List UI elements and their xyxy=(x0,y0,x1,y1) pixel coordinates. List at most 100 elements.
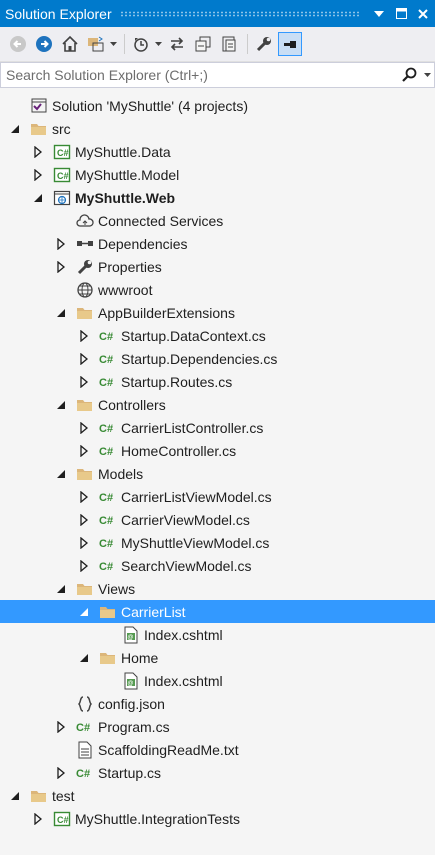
tree-item[interactable]: Home xyxy=(0,646,435,669)
tree-item[interactable]: @ Index.cshtml xyxy=(0,669,435,692)
collapsed-arrow-icon[interactable] xyxy=(54,260,68,274)
tree-item[interactable]: AppBuilderExtensions xyxy=(0,301,435,324)
tree-item-label: Models xyxy=(98,465,144,482)
preview-icon[interactable] xyxy=(278,32,302,56)
toolbar-separator xyxy=(124,34,125,54)
drag-grip[interactable] xyxy=(119,10,361,17)
folder-icon xyxy=(99,649,117,667)
tree-item[interactable]: @ Index.cshtml xyxy=(0,623,435,646)
tree-item[interactable]: C# HomeController.cs xyxy=(0,439,435,462)
tree-item[interactable]: C# MyShuttle.Data xyxy=(0,140,435,163)
title-bar: Solution Explorer xyxy=(0,0,435,27)
dropdown-icon[interactable] xyxy=(369,4,389,24)
switch-views-icon[interactable] xyxy=(84,32,108,56)
tree-item[interactable]: Models xyxy=(0,462,435,485)
tree-item[interactable]: Dependencies xyxy=(0,232,435,255)
tree-item[interactable]: ScaffoldingReadMe.txt xyxy=(0,738,435,761)
tree-item[interactable]: C# CarrierViewModel.cs xyxy=(0,508,435,531)
home-icon[interactable] xyxy=(58,32,82,56)
collapsed-arrow-icon[interactable] xyxy=(77,513,91,527)
tree-item[interactable]: C# Startup.cs xyxy=(0,761,435,784)
tree-item[interactable]: C# MyShuttle.Model xyxy=(0,163,435,186)
tree-item[interactable]: Connected Services xyxy=(0,209,435,232)
collapsed-arrow-icon[interactable] xyxy=(77,490,91,504)
switch-views-dropdown-icon[interactable] xyxy=(108,32,118,56)
tree-item[interactable]: config.json xyxy=(0,692,435,715)
tree-item[interactable]: C# MyShuttleViewModel.cs xyxy=(0,531,435,554)
properties-icon[interactable] xyxy=(252,32,276,56)
expanded-arrow-icon[interactable] xyxy=(54,306,68,320)
tree-item[interactable]: C# Startup.Routes.cs xyxy=(0,370,435,393)
collapsed-arrow-icon[interactable] xyxy=(77,329,91,343)
search-box xyxy=(0,62,435,88)
search-options-dropdown-icon[interactable] xyxy=(420,73,434,77)
expanded-arrow-icon[interactable] xyxy=(54,398,68,412)
collapsed-arrow-icon[interactable] xyxy=(54,237,68,251)
tree-item[interactable]: wwwroot xyxy=(0,278,435,301)
tree-item[interactable]: Views xyxy=(0,577,435,600)
tree-item[interactable]: Properties xyxy=(0,255,435,278)
tree-item-label: src xyxy=(52,120,71,137)
tree-item-label: Startup.Routes.cs xyxy=(121,373,233,390)
tree-item[interactable]: C# MyShuttle.IntegrationTests xyxy=(0,807,435,830)
expanded-arrow-icon[interactable] xyxy=(8,122,22,136)
svg-text:C#: C# xyxy=(57,148,69,158)
expanded-arrow-icon[interactable] xyxy=(54,467,68,481)
svg-text:@: @ xyxy=(128,635,134,641)
folder-icon xyxy=(99,603,117,621)
search-icon[interactable] xyxy=(398,67,420,83)
pending-changes-icon[interactable] xyxy=(129,32,153,56)
maximize-icon[interactable] xyxy=(391,4,411,24)
solution-tree: Solution 'MyShuttle' (4 projects) src C# My… xyxy=(0,88,435,830)
collapsed-arrow-icon[interactable] xyxy=(31,812,45,826)
tree-item[interactable]: CarrierList xyxy=(0,600,435,623)
tree-item-label: CarrierList xyxy=(121,603,186,620)
tree-item[interactable]: C# CarrierListViewModel.cs xyxy=(0,485,435,508)
tree-item[interactable]: test xyxy=(0,784,435,807)
csharp-icon: C# xyxy=(99,557,117,575)
show-all-files-icon[interactable] xyxy=(217,32,241,56)
pending-changes-dropdown-icon[interactable] xyxy=(153,32,163,56)
search-input[interactable] xyxy=(1,64,398,86)
back-icon[interactable] xyxy=(6,32,30,56)
collapsed-arrow-icon[interactable] xyxy=(31,145,45,159)
collapsed-arrow-icon[interactable] xyxy=(31,168,45,182)
expanded-arrow-icon[interactable] xyxy=(77,605,91,619)
tree-item[interactable]: MyShuttle.Web xyxy=(0,186,435,209)
collapse-all-icon[interactable] xyxy=(191,32,215,56)
collapsed-arrow-icon[interactable] xyxy=(77,559,91,573)
svg-text:C#: C# xyxy=(99,561,113,573)
tree-item[interactable]: Controllers xyxy=(0,393,435,416)
tree-item-label: Startup.cs xyxy=(98,764,162,781)
tree-item[interactable]: C# Startup.DataContext.cs xyxy=(0,324,435,347)
collapsed-arrow-icon[interactable] xyxy=(54,720,68,734)
collapsed-arrow-icon[interactable] xyxy=(77,352,91,366)
collapsed-arrow-icon[interactable] xyxy=(77,444,91,458)
tree-item[interactable]: Solution 'MyShuttle' (4 projects) xyxy=(0,94,435,117)
collapsed-arrow-icon[interactable] xyxy=(77,421,91,435)
tree-item-label: Startup.Dependencies.cs xyxy=(121,350,278,367)
globe-icon xyxy=(76,281,94,299)
collapsed-arrow-icon[interactable] xyxy=(77,375,91,389)
tree-item-label: MyShuttle.Model xyxy=(75,166,180,183)
expanded-arrow-icon[interactable] xyxy=(31,191,45,205)
svg-text:C#: C# xyxy=(99,515,113,527)
tree-item[interactable]: C# CarrierListController.cs xyxy=(0,416,435,439)
tree-item[interactable]: src xyxy=(0,117,435,140)
tree-item[interactable]: C# Startup.Dependencies.cs xyxy=(0,347,435,370)
expanded-arrow-icon[interactable] xyxy=(8,789,22,803)
tree-item-label: Index.cshtml xyxy=(144,626,223,643)
collapsed-arrow-icon[interactable] xyxy=(77,536,91,550)
collapsed-arrow-icon[interactable] xyxy=(54,766,68,780)
expanded-arrow-icon[interactable] xyxy=(77,651,91,665)
tree-item[interactable]: C# SearchViewModel.cs xyxy=(0,554,435,577)
tree-item-label: SearchViewModel.cs xyxy=(121,557,252,574)
sync-icon[interactable] xyxy=(165,32,189,56)
expanded-arrow-icon[interactable] xyxy=(54,582,68,596)
toolbar xyxy=(0,27,435,62)
tree-item[interactable]: C# Program.cs xyxy=(0,715,435,738)
forward-icon[interactable] xyxy=(32,32,56,56)
close-icon[interactable] xyxy=(413,4,433,24)
text-file-icon xyxy=(76,741,94,759)
folder-icon xyxy=(76,580,94,598)
